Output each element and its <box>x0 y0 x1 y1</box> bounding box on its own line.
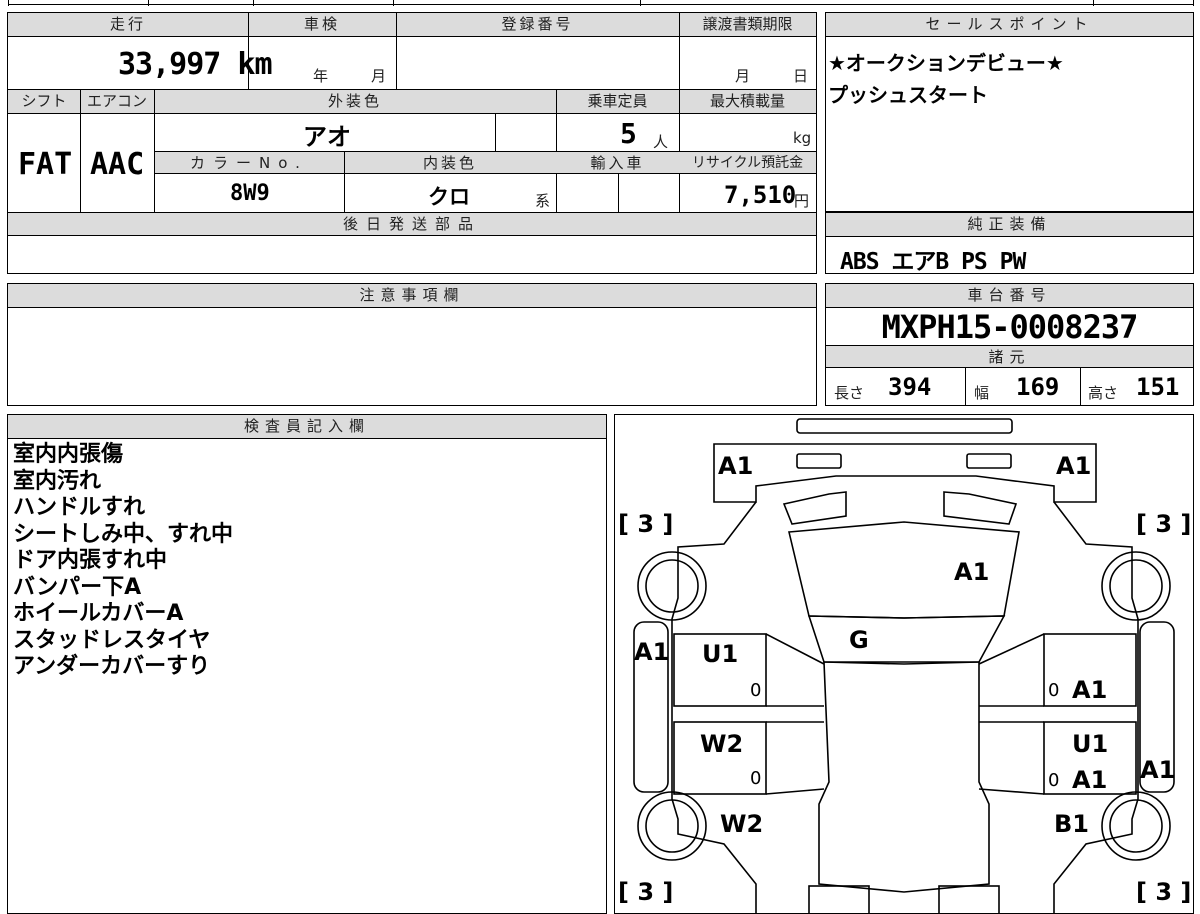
mark-tire-fl: [ 3 ] <box>618 510 673 538</box>
mark-zero: 0 <box>1048 680 1059 701</box>
chassis-number: MXPH15-0008237 <box>881 308 1139 346</box>
vehicle-info-table: 走行 車検 登録番号 譲渡書類期限 33,997 km 年 月 月 日 シフト … <box>7 12 817 274</box>
mark-left-fender: A1 <box>634 638 669 666</box>
cabin <box>817 660 990 893</box>
mark-roof: G <box>849 626 869 654</box>
exterior-color-label: 外装色 <box>327 92 382 110</box>
mark-windshield: A1 <box>954 558 989 586</box>
chassis-label: 車台番号 <box>826 284 1193 308</box>
inspection-month: 月 <box>371 67 387 85</box>
mark-tire-rr: [ 3 ] <box>1136 878 1191 906</box>
mileage-label: 走行 <box>109 15 146 33</box>
length-label: 長さ <box>834 384 865 402</box>
car-diagram-box: A1 A1 [ 3 ] [ 3 ] A1 G A1 U1 0 W2 0 W2 0… <box>614 414 1194 914</box>
sales-point-line-1: ★オークションデビュー★ <box>828 51 1064 75</box>
shift-value: FAT <box>18 147 73 182</box>
mark-front-left: A1 <box>718 452 753 480</box>
height-value: 151 <box>1136 373 1180 401</box>
bonnet-outline <box>712 442 1097 503</box>
color-no-label: カラーNo. <box>190 154 308 172</box>
grille-right <box>942 490 1017 525</box>
caution-box: 注意事項欄 <box>7 283 817 406</box>
mark-right-rear-door-a: A1 <box>1072 766 1107 794</box>
tire-rear-right <box>1100 790 1171 861</box>
sales-point-label: セールスポイント <box>826 13 1193 37</box>
inspector-note: ハンドルすれ <box>13 495 146 520</box>
mark-left-front-door: U1 <box>702 640 738 668</box>
mark-left-rear-door: W2 <box>700 730 743 758</box>
mark-zero: 0 <box>750 680 761 701</box>
inspector-note: バンパー下A <box>13 574 142 600</box>
chassis-box: 車台番号 MXPH15-0008237 諸元 長さ 394 幅 169 高さ 1… <box>825 283 1194 406</box>
inspector-note: ドア内張すれ中 <box>13 548 168 573</box>
grille-left <box>782 490 847 525</box>
mark-tire-rl: [ 3 ] <box>618 878 673 906</box>
mark-zero: 0 <box>1048 770 1059 791</box>
inspector-note: シートしみ中、すれ中 <box>13 521 234 547</box>
top-edge-strip <box>8 0 1194 6</box>
inspector-notes: 室内内張傷 室内汚れ ハンドルすれ シートしみ中、すれ中 ドア内張すれ中 バンパ… <box>13 442 233 681</box>
mark-right-rear-door-u: U1 <box>1072 730 1108 758</box>
inspection-label: 車検 <box>303 15 340 33</box>
inspector-box: 検査員記入欄 室内内張傷 室内汚れ ハンドルすれ シートしみ中、すれ中 ドア内張… <box>7 414 607 914</box>
length-value: 394 <box>888 373 932 401</box>
later-parts-label: 後日発送部品 <box>342 215 481 233</box>
recycle-label: リサイクル預託金 <box>691 155 804 171</box>
inspector-label: 検査員記入欄 <box>8 415 606 439</box>
sales-point-box: セールスポイント ★オークションデビュー★ プッシュスタート <box>825 12 1194 212</box>
front-bumper-strip <box>795 417 1013 434</box>
capacity-value: 5 <box>620 117 637 150</box>
exterior-color-value: アオ <box>303 123 351 151</box>
transfer-month: 月 <box>735 67 751 85</box>
headlight-right <box>965 452 1012 469</box>
interior-color-label: 内装色 <box>422 154 477 172</box>
height-label: 高さ <box>1088 384 1119 402</box>
mark-left-rear-quarter: W2 <box>720 810 763 838</box>
recycle-unit: 円 <box>794 192 810 210</box>
tire-front-left <box>636 550 707 621</box>
mark-right-front-door: A1 <box>1072 676 1107 704</box>
inspector-note: 室内内張傷 <box>13 442 124 467</box>
capacity-label: 乗車定員 <box>587 92 648 110</box>
shift-label: シフト <box>21 92 67 110</box>
mark-right-side: A1 <box>1140 756 1175 784</box>
tire-rear-left <box>636 790 707 861</box>
inspector-note: スタッドレスタイヤ <box>13 627 211 653</box>
car-diagram: A1 A1 [ 3 ] [ 3 ] A1 G A1 U1 0 W2 0 W2 0… <box>618 417 1191 914</box>
roof <box>807 614 1005 665</box>
interior-color-suffix: 系 <box>535 192 551 210</box>
genuine-equipment-label: 純正装備 <box>826 213 1193 237</box>
inspector-note: アンダーカバーすり <box>13 654 211 679</box>
headlight-left <box>795 452 842 469</box>
genuine-equipment-value: ABS エアB PS PW <box>840 249 1026 275</box>
mark-zero: 0 <box>750 768 761 789</box>
sales-point-line-2: プッシュスタート <box>828 83 988 107</box>
mark-front-right: A1 <box>1056 452 1091 480</box>
genuine-equipment-box: 純正装備 ABS エアB PS PW <box>825 212 1194 275</box>
transfer-deadline-label: 譲渡書類期限 <box>702 15 793 33</box>
aircon-label: エアコン <box>86 92 147 110</box>
aircon-value: AAC <box>90 147 145 182</box>
mileage-value: 33,997 km <box>118 47 273 82</box>
import-label: 輸入車 <box>590 154 645 172</box>
max-load-unit: kg <box>793 129 812 147</box>
mark-tire-fr: [ 3 ] <box>1136 510 1191 538</box>
width-label: 幅 <box>974 384 990 402</box>
recycle-value: 7,510 <box>724 181 797 209</box>
spec-label: 諸元 <box>826 346 1193 368</box>
mark-right-rear-quarter: B1 <box>1054 810 1089 838</box>
interior-color-value: クロ <box>428 185 470 209</box>
width-value: 169 <box>1016 373 1060 401</box>
capacity-unit: 人 <box>653 133 669 151</box>
caution-label: 注意事項欄 <box>8 284 816 308</box>
color-no-value: 8W9 <box>230 181 270 206</box>
inspection-year: 年 <box>313 67 329 85</box>
inspector-note: ホイールカバーA <box>13 601 184 626</box>
max-load-label: 最大積載量 <box>709 92 785 110</box>
inspector-note: 室内汚れ <box>13 468 102 494</box>
transfer-day: 日 <box>793 67 809 85</box>
registration-label: 登録番号 <box>501 15 574 33</box>
